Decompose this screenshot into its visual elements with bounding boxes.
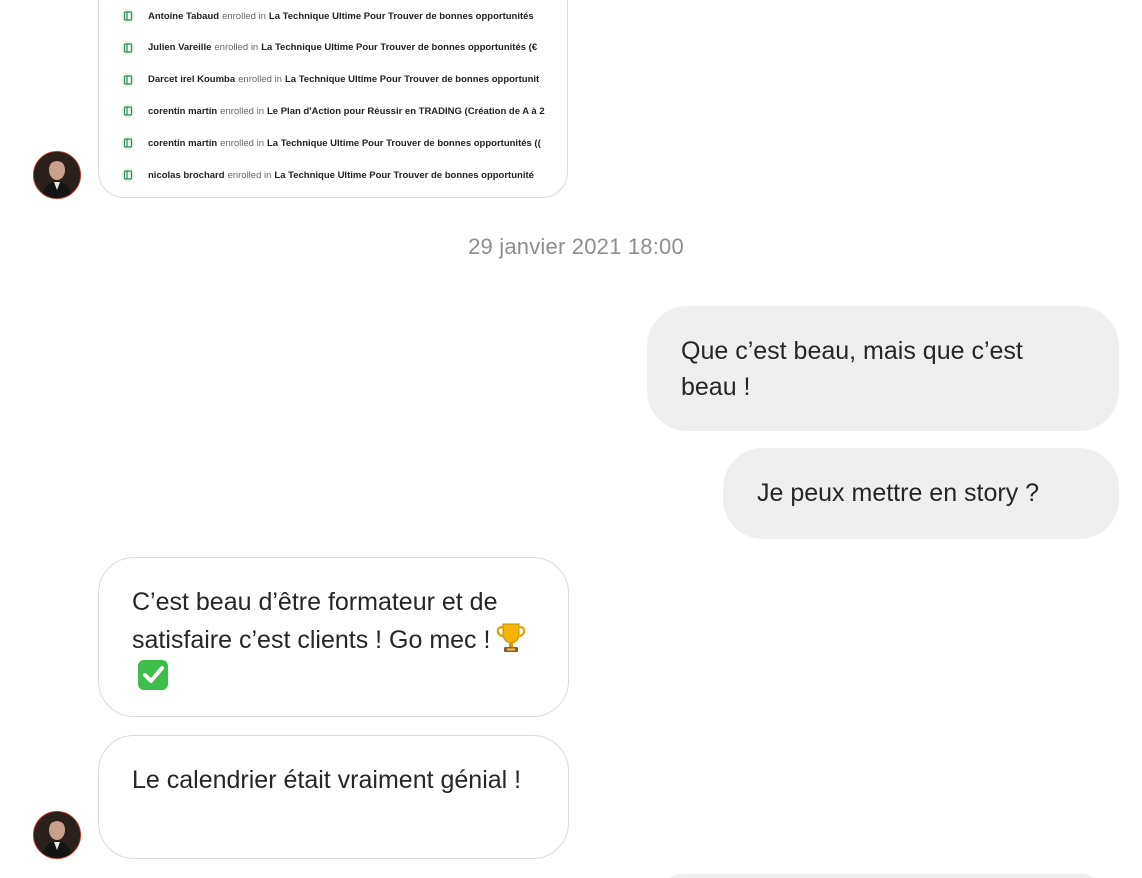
enrollment-row: Antoine Tabaud enrolled in La Technique Ul… xyxy=(121,6,567,26)
enrollment-row: corentin martin enrolled in Le Plan d'Acti… xyxy=(121,101,567,121)
received-message-bubble[interactable]: Le calendrier était vraiment génial ! xyxy=(98,735,569,859)
enrollment-course-title: La Technique Ultime Pour Trouver de bonn… xyxy=(261,42,538,54)
enrollment-student-name: corentin martin xyxy=(148,105,218,117)
enrollment-verb: enrolled in xyxy=(238,74,282,86)
enrollment-row: nicolas brochard enrolled in La Technique … xyxy=(121,165,567,185)
book-icon xyxy=(121,104,135,119)
enrollment-row: Darcet irel Koumba enrolled in La Techniqu… xyxy=(121,70,567,90)
enrollment-course-title: La Technique Ultime Pour Trouver de bonn… xyxy=(268,10,534,22)
enrollment-student-name: Julien Vareille xyxy=(148,42,212,54)
message-text: Que c’est beau, mais que c’est beau ! xyxy=(681,337,1023,401)
book-icon xyxy=(121,136,135,151)
message-text: C’est beau d’être formateur et de satisf… xyxy=(132,588,498,654)
enrollment-verb: enrolled in xyxy=(222,10,266,22)
avatar[interactable] xyxy=(33,811,81,859)
enrollment-verb: enrolled in xyxy=(214,42,259,54)
book-icon xyxy=(121,40,135,55)
enrollment-row: Julien Vareille enrolled in La Technique U… xyxy=(121,38,567,58)
enrollment-course-title: La Technique Ultime Pour Trouver de bonn… xyxy=(274,169,534,181)
sent-message-bubble[interactable] xyxy=(662,874,1102,878)
book-icon xyxy=(121,9,135,23)
enrollment-verb: enrolled in xyxy=(227,169,272,181)
chat-thread: Antoine Tabaud enrolled in La Technique Ul… xyxy=(0,0,1142,878)
sent-message-bubble[interactable]: Que c’est beau, mais que c’est beau ! xyxy=(647,306,1119,431)
message-text: Je peux mettre en story ? xyxy=(757,479,1040,507)
enrollment-verb: enrolled in xyxy=(220,105,264,117)
enrollment-course-title: La Technique Ultime Pour Trouver de bonn… xyxy=(267,137,541,149)
enrollment-course-title: La Technique Ultime Pour Trouver de bonn… xyxy=(284,74,540,86)
book-icon xyxy=(121,72,135,87)
trophy-emoji xyxy=(494,620,528,654)
check-mark-button-emoji xyxy=(136,658,170,692)
enrollment-course-title: Le Plan d'Action pour Réussir en TRADING… xyxy=(267,105,545,117)
book-icon xyxy=(121,168,135,182)
message-timestamp: 29 janvier 2021 18:00 xyxy=(468,234,684,259)
shared-image-card[interactable]: Antoine Tabaud enrolled in La Technique Ul… xyxy=(98,0,568,198)
message-text: Le calendrier était vraiment génial ! xyxy=(132,766,522,794)
enrollment-student-name: nicolas brochard xyxy=(148,169,225,181)
enrollment-verb: enrolled in xyxy=(220,137,264,149)
enrollment-student-name: corentin martin xyxy=(148,137,218,149)
received-message-bubble[interactable]: C’est beau d’être formateur et de satisf… xyxy=(98,557,569,717)
avatar[interactable] xyxy=(33,151,81,199)
enrollment-row: corentin martin enrolled in La Technique U… xyxy=(121,133,567,153)
enrollment-student-name: Antoine Tabaud xyxy=(148,10,220,22)
sent-message-bubble[interactable]: Je peux mettre en story ? xyxy=(723,448,1119,539)
enrollment-student-name: Darcet irel Koumba xyxy=(148,74,236,86)
